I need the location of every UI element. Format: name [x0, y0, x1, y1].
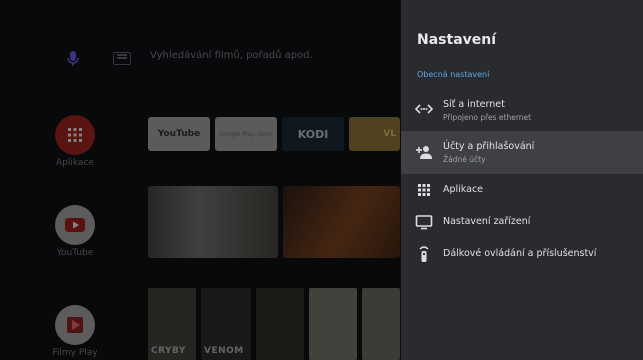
youtube-video-thumbnail[interactable]	[148, 186, 278, 258]
menu-item-apps[interactable]: Aplikace	[401, 174, 643, 206]
apps-grid-icon	[68, 128, 82, 142]
remote-icon	[419, 246, 429, 262]
play-store-tile[interactable]: Google Play Store	[215, 117, 277, 151]
menu-item-title: Nastavení zařízení	[443, 216, 531, 227]
play-movies-row-icon[interactable]	[55, 305, 95, 345]
youtube-icon	[65, 218, 85, 232]
microphone-icon[interactable]	[63, 48, 83, 68]
kodi-tile-label: KODI	[297, 127, 329, 141]
menu-item-device-settings[interactable]: Nastavení zařízení	[401, 206, 643, 238]
menu-item-title: Účty a přihlašování	[443, 141, 535, 152]
launcher-background: Vyhledávání filmů, pořadů apod. Aplikace…	[0, 0, 400, 360]
search-placeholder[interactable]: Vyhledávání filmů, pořadů apod.	[150, 50, 313, 61]
youtube-tile-label: YouTube	[157, 129, 201, 139]
vlc-tile[interactable]: VL	[349, 117, 400, 151]
kodi-tile[interactable]: KODI	[282, 117, 344, 151]
movie-poster[interactable]: VENOM	[201, 288, 251, 360]
settings-panel: Nastavení Obecná nastavení Síť a interne…	[401, 0, 643, 360]
vlc-tile-label: VL	[383, 129, 396, 139]
menu-item-network[interactable]: Síť a internet Připojeno přes ethernet	[401, 89, 643, 131]
keyboard-icon[interactable]	[113, 52, 131, 65]
row-label-play-movies: Filmy Play	[52, 348, 98, 358]
apps-grid-icon	[418, 184, 430, 196]
menu-item-title: Síť a internet	[443, 99, 505, 110]
menu-item-title: Aplikace	[443, 184, 484, 195]
menu-item-title: Dálkové ovládání a příslušenství	[443, 248, 597, 259]
row-label-apps: Aplikace	[56, 158, 94, 168]
menu-item-remote-accessories[interactable]: Dálkové ovládání a příslušenství	[401, 238, 643, 270]
movie-poster[interactable]: CRYBY	[148, 288, 196, 360]
play-movies-icon	[67, 317, 83, 333]
movie-poster[interactable]	[362, 288, 400, 360]
row-label-youtube: YouTube	[56, 248, 94, 258]
menu-item-subtitle: Žádné účty	[443, 155, 486, 164]
movie-poster[interactable]	[256, 288, 304, 360]
featured-video-thumbnail[interactable]	[283, 186, 400, 258]
menu-item-accounts[interactable]: Účty a přihlašování Žádné účty	[401, 131, 643, 174]
section-header: Obecná nastavení	[417, 70, 490, 79]
youtube-row-icon[interactable]	[55, 205, 95, 245]
poster-title: CRYBY	[151, 346, 186, 356]
network-arrows-icon	[415, 104, 433, 114]
tv-icon	[415, 215, 433, 230]
play-store-tile-label: Google Play Store	[219, 130, 273, 138]
apps-row-icon[interactable]	[55, 115, 95, 155]
menu-item-subtitle: Připojeno přes ethernet	[443, 113, 532, 122]
add-person-icon	[416, 146, 432, 159]
movie-poster[interactable]	[309, 288, 357, 360]
settings-title: Nastavení	[417, 32, 497, 48]
poster-title: VENOM	[204, 346, 244, 356]
youtube-tile[interactable]: YouTube	[148, 117, 210, 151]
